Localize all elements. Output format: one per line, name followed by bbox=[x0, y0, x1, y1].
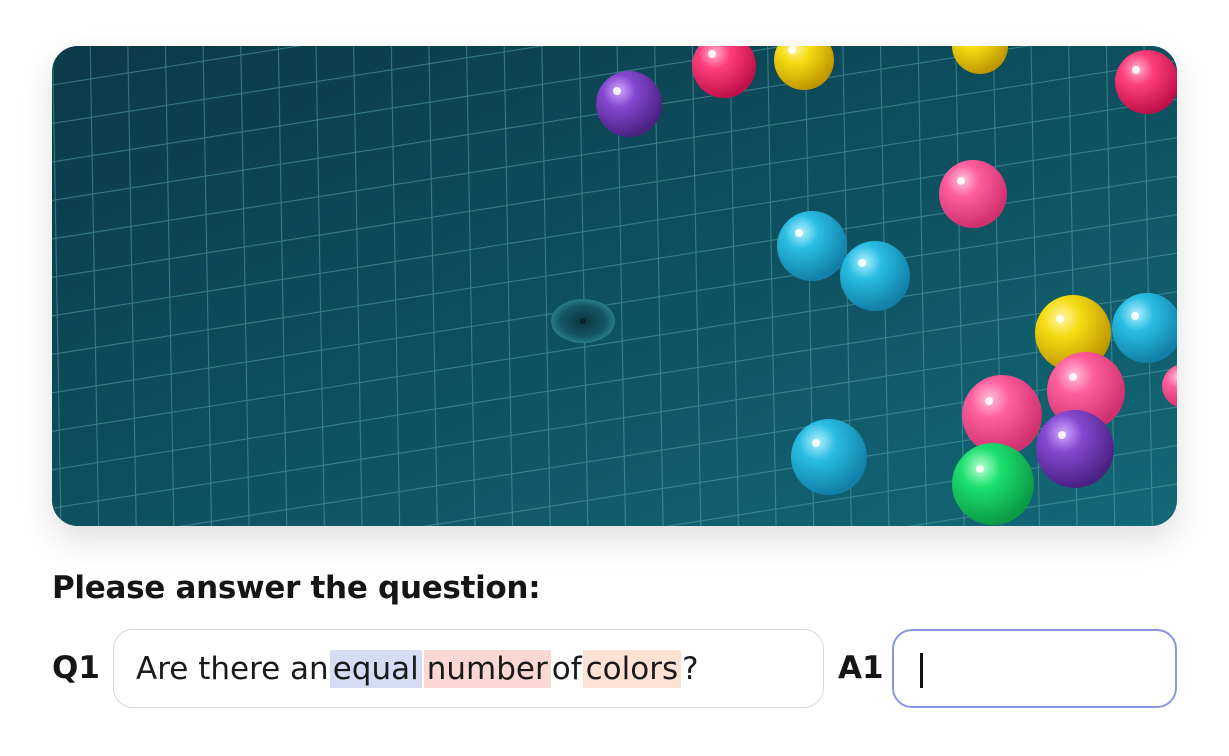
highlight-colors: colors bbox=[582, 649, 682, 688]
question-text: Are there an bbox=[136, 650, 329, 687]
highlight-equal: equal bbox=[329, 649, 422, 688]
ball-rose bbox=[962, 375, 1042, 455]
pool-image bbox=[52, 46, 1177, 526]
answer-input[interactable] bbox=[892, 629, 1177, 708]
answer-label: A1 bbox=[838, 650, 884, 686]
question-label: Q1 bbox=[52, 650, 100, 686]
ball-purple bbox=[1036, 410, 1114, 488]
ball-rose bbox=[939, 160, 1007, 228]
ball-green bbox=[952, 443, 1034, 525]
ball-cyan bbox=[791, 419, 867, 495]
question-text: ? bbox=[682, 650, 699, 687]
question-text: of bbox=[551, 650, 582, 687]
highlight-number: number bbox=[423, 649, 551, 688]
text-caret bbox=[920, 653, 923, 688]
pool-photo bbox=[52, 46, 1177, 526]
ball-cyan bbox=[840, 241, 910, 311]
ball-pink bbox=[1115, 50, 1177, 114]
ball-purple bbox=[596, 71, 662, 137]
prompt-heading: Please answer the question: bbox=[52, 570, 541, 606]
question-box: Are there an equal number of colors? bbox=[113, 629, 824, 708]
ball-cyan bbox=[777, 211, 847, 281]
